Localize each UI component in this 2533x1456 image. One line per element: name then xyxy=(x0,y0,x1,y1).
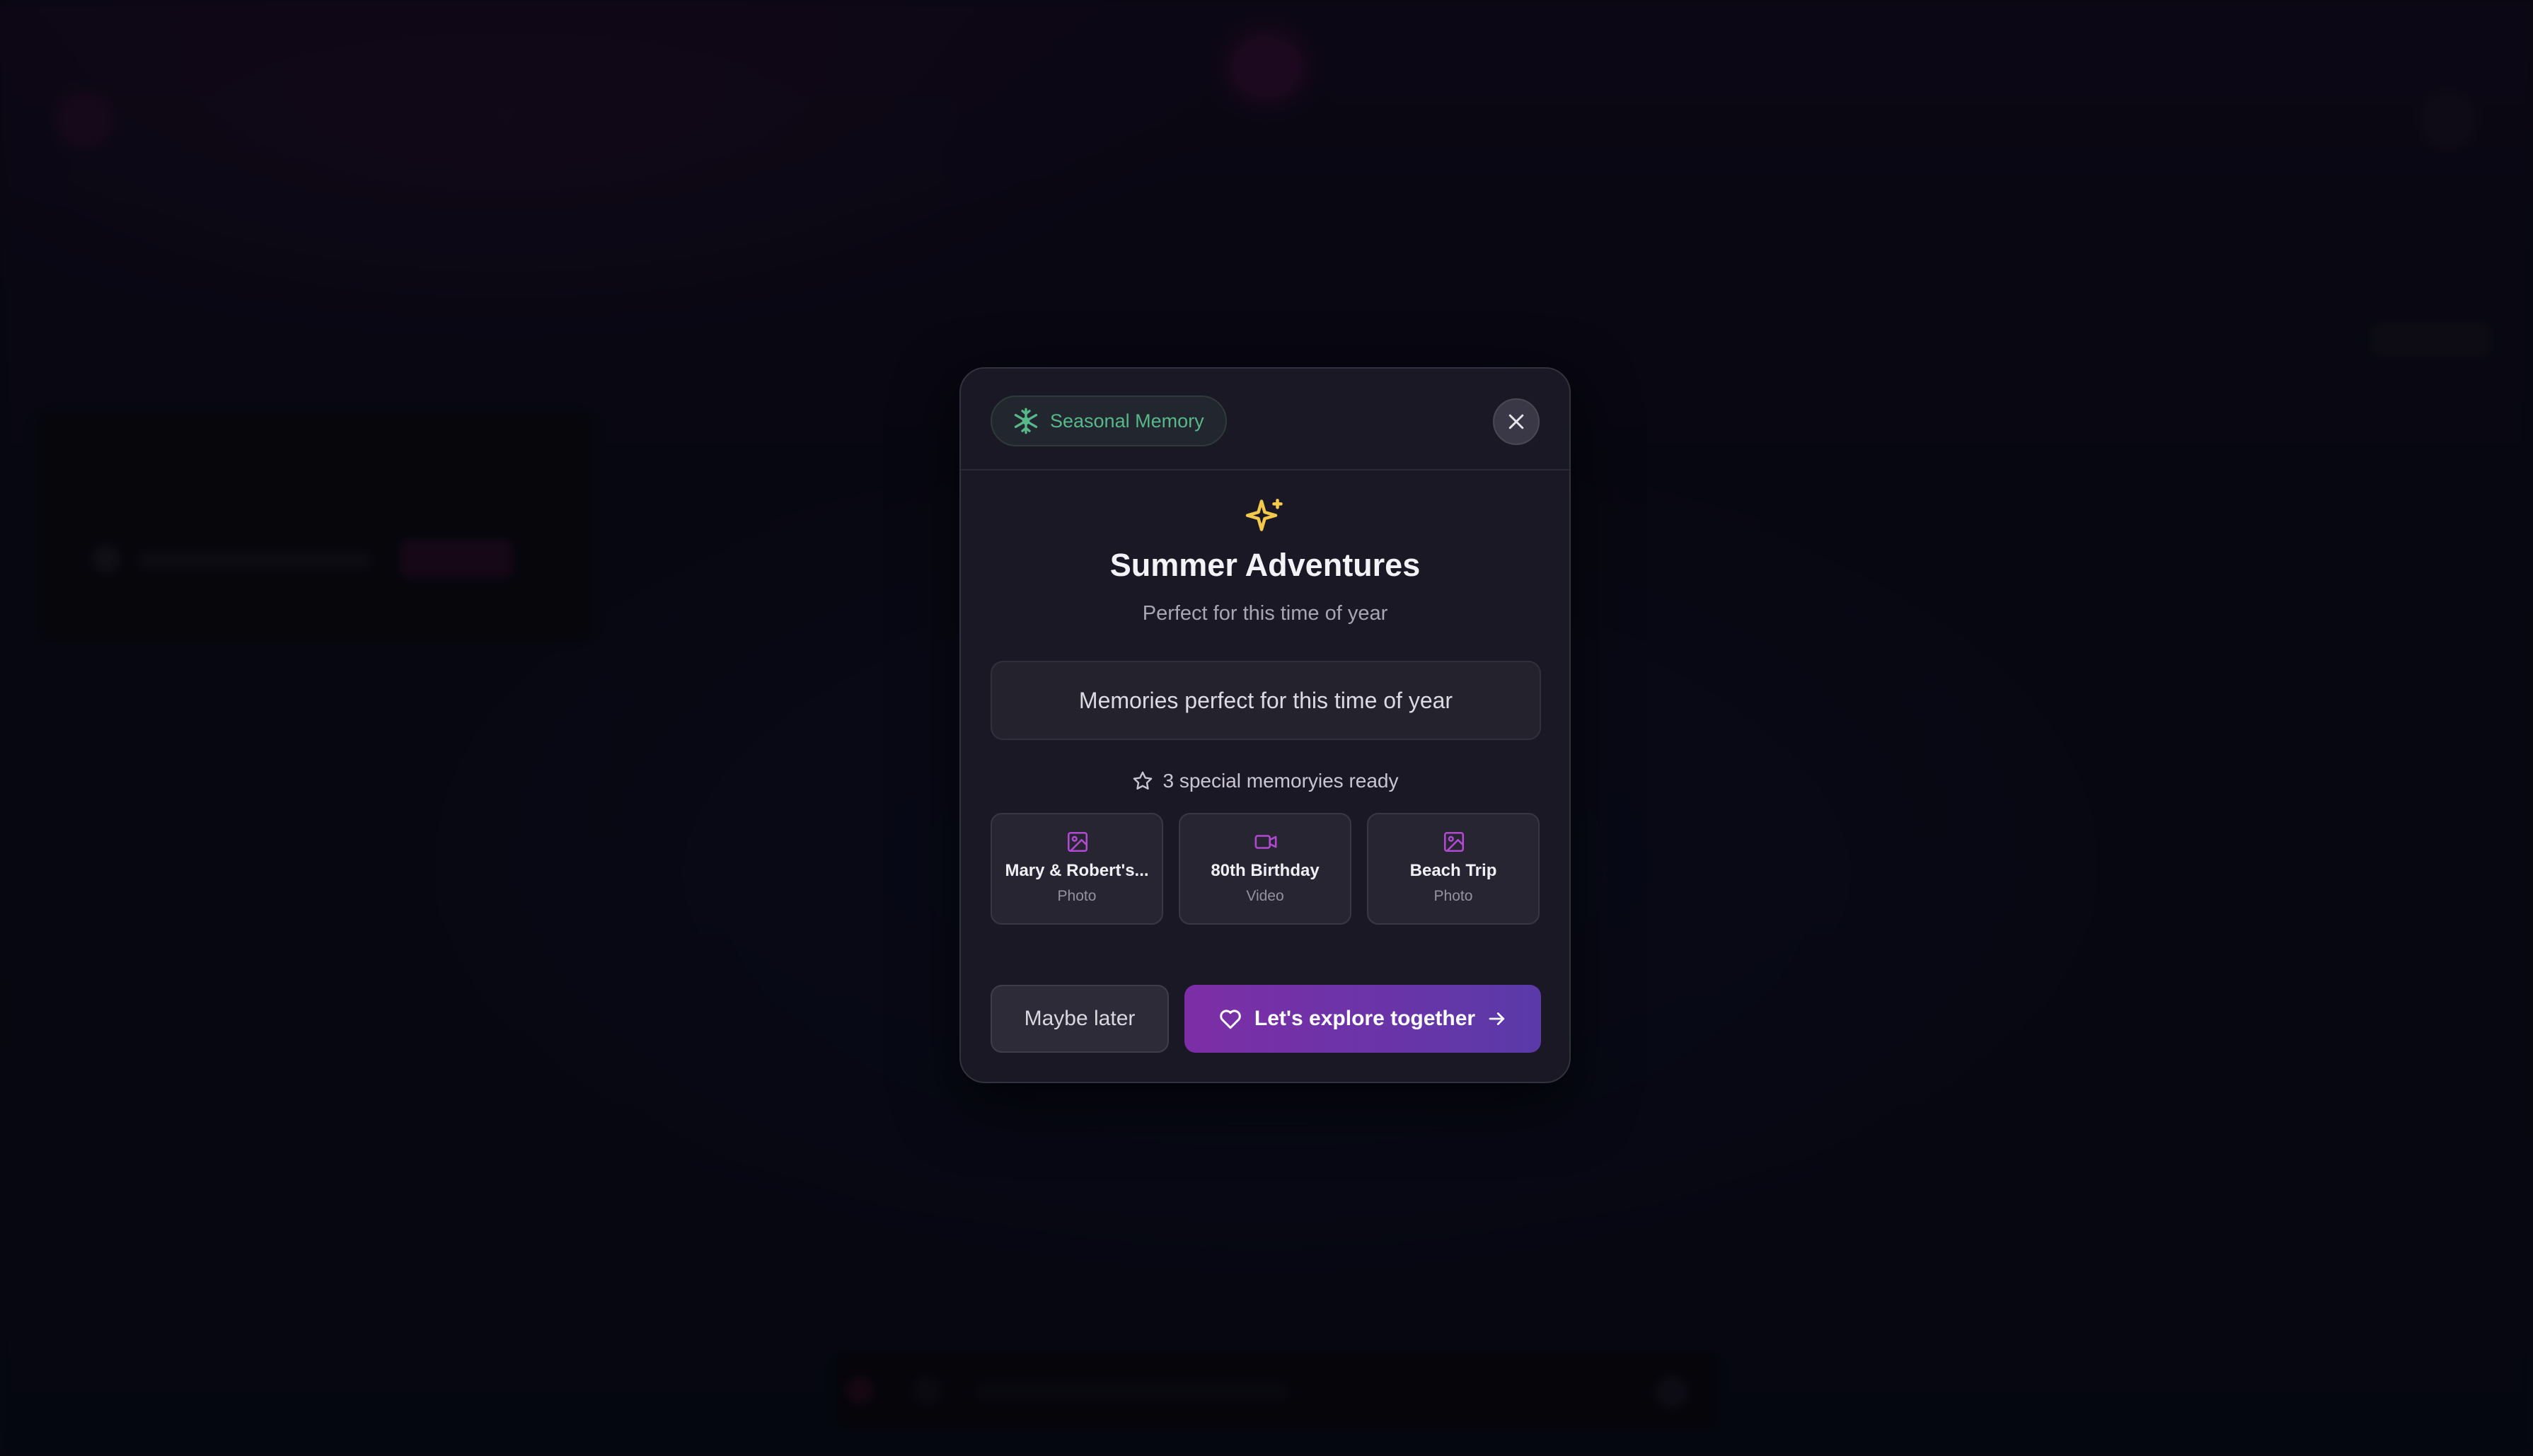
memory-card-title: 80th Birthday xyxy=(1211,861,1320,880)
sparkles-icon xyxy=(1245,499,1283,531)
memory-card[interactable]: 80th Birthday Video xyxy=(1179,813,1351,925)
modal-title: Summer Adventures xyxy=(1109,547,1421,583)
memory-card[interactable]: Beach Trip Photo xyxy=(1367,813,1540,925)
modal-subtitle: Perfect for this time of year xyxy=(1142,602,1388,625)
explore-together-button[interactable]: Let's explore together xyxy=(1184,985,1541,1053)
memory-card-title: Beach Trip xyxy=(1409,861,1497,880)
badge-label: Seasonal Memory xyxy=(1050,410,1204,432)
close-button[interactable] xyxy=(1493,398,1540,445)
maybe-later-button[interactable]: Maybe later xyxy=(991,985,1169,1053)
snowflake-icon xyxy=(1012,407,1040,435)
memory-description: Memories perfect for this time of year xyxy=(991,661,1541,740)
memory-card[interactable]: Mary & Robert's... Photo xyxy=(991,813,1163,925)
video-icon xyxy=(1254,835,1277,849)
memory-card-type: Photo xyxy=(1433,888,1473,904)
memory-card-type: Photo xyxy=(1057,888,1097,904)
modal-header: Seasonal Memory xyxy=(961,369,1569,470)
memory-card-type: Video xyxy=(1246,888,1284,904)
image-icon xyxy=(1067,831,1088,853)
explore-button-label: Let's explore together xyxy=(1254,1007,1476,1030)
seasonal-memory-modal: Seasonal Memory Summer Adventures Perfec… xyxy=(959,367,1571,1083)
heart-icon xyxy=(1220,1010,1241,1029)
image-icon xyxy=(1443,831,1465,853)
star-icon xyxy=(1133,771,1153,790)
memory-count: 3 special memoryies ready xyxy=(961,770,1569,792)
memory-count-label: 3 special memoryies ready xyxy=(1162,770,1399,792)
seasonal-memory-badge: Seasonal Memory xyxy=(991,395,1227,446)
memory-card-title: Mary & Robert's... xyxy=(1005,861,1149,880)
arrow-right-icon xyxy=(1489,1012,1505,1025)
close-icon xyxy=(1508,414,1524,429)
